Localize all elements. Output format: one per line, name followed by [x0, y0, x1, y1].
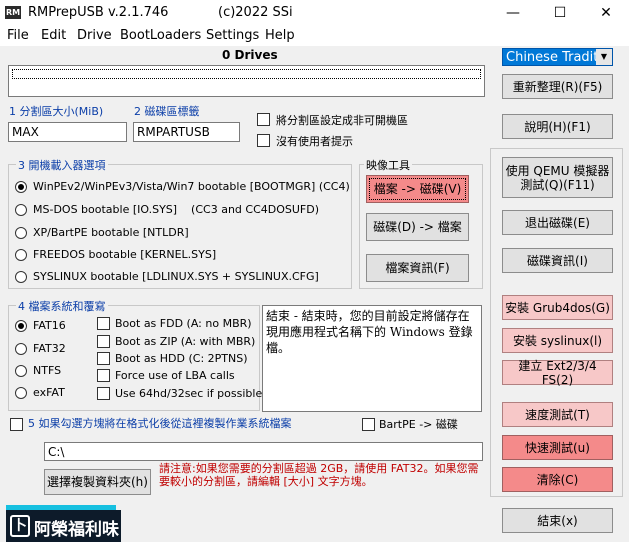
radio-fat32[interactable]: [15, 343, 27, 355]
app-icon: RM: [5, 6, 21, 19]
logo-text: 阿榮福利味: [34, 520, 119, 540]
radio-freedos[interactable]: [15, 249, 27, 261]
help-button[interactable]: 說明(H)(F1): [502, 114, 613, 139]
radio-fat16[interactable]: [15, 320, 27, 332]
language-select[interactable]: Chinese Traditi ▼: [502, 48, 613, 66]
radio-msdos[interactable]: [15, 204, 27, 216]
create-ext-button[interactable]: 建立 Ext2/3/4 FS(2): [502, 359, 613, 387]
maximize-icon[interactable]: ☐: [537, 0, 583, 26]
notes-textarea[interactable]: 結束 - 結束時，您的目前設定將儲存在現用應用程式名稱下的 Windows 登錄…: [262, 305, 482, 412]
image-tools-title: 映像工具: [364, 157, 412, 173]
install-grub4dos-button[interactable]: 安裝 Grub4dos(G): [502, 295, 613, 320]
non-bootable-checkbox[interactable]: [257, 113, 270, 126]
qemu-line-1: 使用 QEMU 模擬器: [505, 163, 610, 178]
option-freedos: FREEDOS bootable [KERNEL.SYS]: [33, 248, 217, 261]
copy-files-checkbox[interactable]: [10, 418, 23, 431]
minimize-icon[interactable]: —: [490, 0, 536, 26]
fs-exfat: exFAT: [33, 386, 65, 399]
logo: 卜 阿榮福利味: [6, 510, 121, 542]
boot-hdd-label: Boot as HDD (C: 2PTNS): [115, 352, 248, 365]
option-bootmgr: WinPEv2/WinPEv3/Vista/Win7 bootable [BOO…: [33, 180, 350, 193]
exit-button[interactable]: 結束(x): [502, 508, 613, 533]
no-prompt-checkbox[interactable]: [257, 134, 270, 147]
copyright-text: (c)2022 SSi: [218, 5, 293, 20]
refresh-button[interactable]: 重新整理(R)(F5): [502, 74, 613, 99]
file-info-button[interactable]: 檔案資訊(F): [366, 254, 469, 282]
qemu-line-2: 測試(Q)(F11): [520, 177, 595, 192]
drive-to-file-button[interactable]: 磁碟(D) -> 檔案: [366, 213, 469, 241]
copy-path-input[interactable]: C:\: [44, 442, 483, 461]
bartpe-label: BartPE -> 磁碟: [379, 418, 458, 431]
eject-drive-button[interactable]: 退出磁碟(E): [502, 210, 613, 235]
fs-fat16: FAT16: [33, 319, 66, 332]
filesystem-group-title: 4 檔案系統和覆寫: [16, 298, 108, 314]
drive-info-button[interactable]: 磁碟資訊(I): [502, 248, 613, 273]
force-lba-label: Force use of LBA calls: [115, 369, 235, 382]
boot-fdd-checkbox[interactable]: [97, 317, 110, 330]
radio-exfat[interactable]: [15, 387, 27, 399]
clean-button[interactable]: 清除(C): [502, 467, 613, 492]
fat32-warning: 請注意:如果您需要的分割區超過 2GB，請使用 FAT32。如果您需要較小的分割…: [159, 462, 479, 488]
fs-fat32: FAT32: [33, 342, 66, 355]
copy-files-label: 5 如果勾選方塊將在格式化後從這裡複製作業系統檔案: [28, 417, 292, 430]
menu-help[interactable]: Help: [265, 28, 295, 43]
menu-bootloaders[interactable]: BootLoaders: [120, 28, 201, 43]
drive-list[interactable]: [8, 65, 485, 97]
boot-fdd-label: Boot as FDD (A: no MBR): [115, 317, 252, 330]
force-lba-checkbox[interactable]: [97, 369, 110, 382]
menu-file[interactable]: File: [7, 28, 29, 43]
qemu-test-button[interactable]: 使用 QEMU 模擬器 測試(Q)(F11): [502, 157, 613, 198]
option-msdos: MS-DOS bootable [IO.SYS] (CC3 and CC4DOS…: [33, 203, 320, 216]
choose-folder-button[interactable]: 選擇複製資料夾(h): [44, 469, 151, 495]
boot-zip-checkbox[interactable]: [97, 335, 110, 348]
partition-size-input[interactable]: MAX: [8, 122, 127, 142]
radio-bootmgr[interactable]: [15, 181, 27, 193]
volume-label-input[interactable]: RMPARTUSB: [133, 122, 240, 142]
install-syslinux-button[interactable]: 安裝 syslinux(l): [502, 328, 613, 353]
menu-drive[interactable]: Drive: [77, 28, 112, 43]
fs-ntfs: NTFS: [33, 364, 62, 377]
drives-count: 0 Drives: [222, 48, 278, 62]
boot-zip-label: Boot as ZIP (A: with MBR): [115, 335, 256, 348]
language-value: Chinese Traditi: [506, 50, 602, 65]
non-bootable-label: 將分割區設定成非可開機區: [276, 114, 408, 127]
use-64hd-label: Use 64hd/32sec if possible: [115, 387, 263, 400]
file-to-drive-button[interactable]: 檔案 -> 磁碟(V): [366, 175, 469, 203]
use-64hd-checkbox[interactable]: [97, 387, 110, 400]
option-syslinux: SYSLINUX bootable [LDLINUX.SYS + SYSLINU…: [33, 270, 319, 283]
option-ntldr: XP/BartPE bootable [NTLDR]: [33, 226, 189, 239]
radio-ntldr[interactable]: [15, 227, 27, 239]
chevron-down-icon: ▼: [596, 49, 612, 65]
menu-settings[interactable]: Settings: [206, 28, 259, 43]
no-prompt-label: 沒有使用者提示: [276, 135, 353, 148]
boot-hdd-checkbox[interactable]: [97, 352, 110, 365]
bartpe-checkbox[interactable]: [362, 418, 375, 431]
window-title: RMPrepUSB v.2.1.746: [28, 5, 169, 20]
speed-test-button[interactable]: 速度測試(T): [502, 402, 613, 427]
close-icon[interactable]: ✕: [583, 0, 629, 26]
radio-ntfs[interactable]: [15, 365, 27, 377]
volume-label-label: 2 磁碟區標籤: [134, 105, 200, 118]
quick-test-button[interactable]: 快速測試(u): [502, 435, 613, 460]
partition-size-label: 1 分割區大小(MiB): [9, 105, 104, 118]
radio-syslinux[interactable]: [15, 271, 27, 283]
menu-edit[interactable]: Edit: [41, 28, 66, 43]
logo-mark-icon: 卜: [10, 515, 30, 537]
bootloader-group-title: 3 開機載入器選項: [16, 157, 108, 173]
